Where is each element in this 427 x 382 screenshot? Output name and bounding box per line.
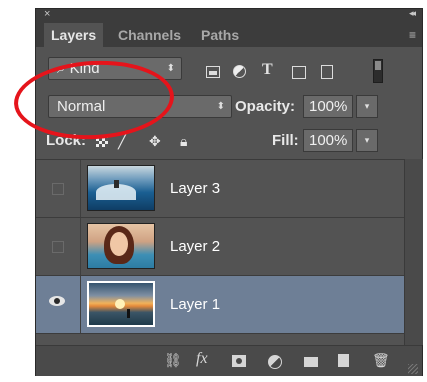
shape-layer-filter-icon[interactable] (292, 66, 306, 79)
fill-label: Fill: (272, 132, 299, 149)
chevron-down-icon: ▾ (364, 101, 370, 111)
pixel-layer-filter-icon[interactable] (206, 66, 220, 78)
collapse-icon[interactable]: ◂◂ (409, 8, 416, 19)
resize-grip[interactable] (408, 364, 418, 374)
surfer-shape (114, 180, 119, 188)
lock-position-icon[interactable]: ✥ (149, 133, 161, 150)
face-shape (110, 232, 128, 256)
layer-row-layer-2[interactable]: Layer 2 (36, 218, 404, 276)
visibility-toggle[interactable] (52, 241, 64, 253)
select-arrows-icon: ⬍ (216, 101, 225, 112)
delete-layer-icon[interactable]: 🗑︎ (372, 352, 390, 369)
layer-row-layer-3[interactable]: Layer 3 (36, 160, 404, 218)
select-arrows-icon: ⬍ (166, 63, 175, 74)
visibility-cell[interactable] (36, 276, 81, 333)
layer-thumbnail[interactable] (87, 281, 155, 327)
visibility-cell[interactable] (36, 160, 81, 217)
opacity-label: Opacity: (235, 98, 296, 115)
lock-all-icon[interactable]: 🔒︎ (180, 133, 187, 150)
layer-row-layer-1[interactable]: Layer 1 (36, 276, 404, 334)
opacity-input[interactable]: 100% (303, 95, 353, 118)
new-adjustment-icon[interactable] (268, 355, 282, 369)
type-layer-filter-icon[interactable]: T (262, 62, 273, 78)
tab-layers[interactable]: Layers (44, 23, 104, 47)
opacity-dropdown-button[interactable]: ▾ (356, 95, 378, 118)
chevron-down-icon: ▾ (364, 135, 370, 145)
layer-name[interactable]: Layer 1 (170, 296, 220, 313)
adjustment-layer-filter-icon[interactable] (233, 65, 246, 78)
layers-list: Layer 3 Layer 2 Layer 1 (36, 159, 404, 346)
tab-paths[interactable]: Paths (194, 23, 246, 47)
fill-input[interactable]: 100% (303, 129, 353, 152)
close-icon[interactable]: × (44, 8, 50, 20)
panel-tabs: Layers Channels Paths ≡ (36, 23, 422, 47)
layers-scrollbar[interactable] (404, 159, 423, 345)
layers-bottom-toolbar: ⛓︎ fx 🗑︎ (36, 345, 422, 376)
new-layer-icon[interactable] (338, 354, 349, 367)
layer-name[interactable]: Layer 3 (170, 180, 220, 197)
link-layers-icon[interactable]: ⛓︎ (164, 352, 182, 369)
tab-channels[interactable]: Channels (111, 23, 188, 47)
fill-dropdown-button[interactable]: ▾ (356, 129, 378, 152)
panel-menu-icon[interactable]: ≡ (409, 28, 416, 42)
layer-thumbnail[interactable] (87, 165, 155, 211)
add-mask-icon[interactable] (232, 355, 246, 367)
visibility-cell[interactable] (36, 218, 81, 275)
layer-thumbnail[interactable] (87, 223, 155, 269)
person-silhouette-shape (127, 309, 130, 318)
sun-shape (115, 299, 125, 309)
layer-name[interactable]: Layer 2 (170, 238, 220, 255)
new-group-icon[interactable] (304, 357, 318, 367)
smart-object-filter-icon[interactable] (321, 65, 333, 79)
fx-icon[interactable]: fx (196, 350, 208, 368)
filter-toggle-switch[interactable] (373, 59, 383, 83)
visibility-toggle[interactable] (52, 183, 64, 195)
panel-title-bar: × ◂◂ (36, 8, 422, 23)
eye-icon[interactable] (49, 296, 65, 306)
